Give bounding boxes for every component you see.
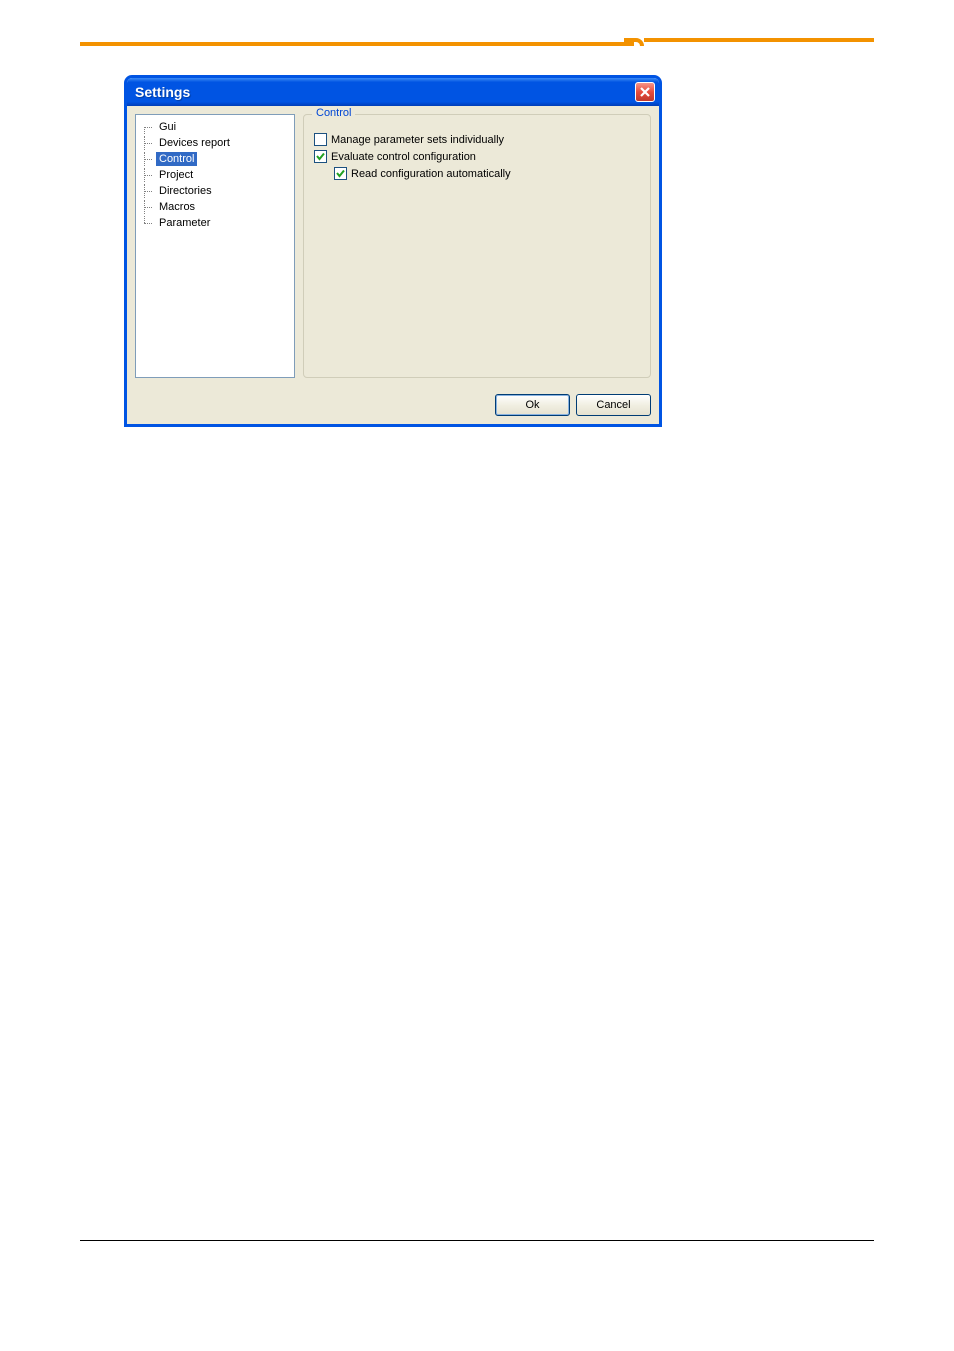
settings-tree[interactable]: Gui Devices report Control Project Directori… <box>135 114 295 378</box>
titlebar[interactable]: Settings <box>127 78 659 106</box>
control-groupbox: Control Manage parameter sets individual… <box>303 114 651 378</box>
tree-item-label: Devices report <box>156 136 233 150</box>
tree-connector-icon <box>138 136 156 150</box>
tree-item-label: Control <box>156 152 197 166</box>
tree-connector-icon <box>138 152 156 166</box>
checkbox-label[interactable]: Manage parameter sets individually <box>331 134 504 146</box>
ok-button[interactable]: Ok <box>495 394 570 416</box>
tree-connector-icon <box>138 120 156 134</box>
groupbox-title: Control <box>312 107 355 119</box>
dialog-body: Gui Devices report Control Project Directori… <box>127 106 659 386</box>
tree-item-label: Macros <box>156 200 198 214</box>
tree-connector-icon <box>138 216 156 230</box>
tree-connector-icon <box>138 200 156 214</box>
settings-dialog: Settings Gui Devices report Control Project… <box>124 75 662 427</box>
check-icon <box>335 168 346 179</box>
option-row: Evaluate control configuration <box>314 150 640 163</box>
tree-item-project[interactable]: Project <box>138 167 292 183</box>
tree-item-directories[interactable]: Directories <box>138 183 292 199</box>
checkbox-label[interactable]: Evaluate control configuration <box>331 151 476 163</box>
button-bar: Ok Cancel <box>127 386 659 424</box>
cancel-button[interactable]: Cancel <box>576 394 651 416</box>
checkbox[interactable] <box>314 133 327 146</box>
page-header-rule <box>80 38 874 46</box>
check-icon <box>315 151 326 162</box>
content-panel: Control Manage parameter sets individual… <box>303 114 651 378</box>
close-button[interactable] <box>635 82 655 102</box>
page-footer-rule <box>80 1240 874 1241</box>
tree-connector-icon <box>138 168 156 182</box>
option-row: Manage parameter sets individually <box>314 133 640 146</box>
checkbox[interactable] <box>314 150 327 163</box>
checkbox[interactable] <box>334 167 347 180</box>
close-icon <box>639 86 651 98</box>
tree-connector-icon <box>138 184 156 198</box>
tree-item-macros[interactable]: Macros <box>138 199 292 215</box>
tree-item-devices-report[interactable]: Devices report <box>138 135 292 151</box>
tree-item-parameter[interactable]: Parameter <box>138 215 292 231</box>
tree-item-control[interactable]: Control <box>138 151 292 167</box>
option-row: Read configuration automatically <box>334 167 640 180</box>
tree-item-gui[interactable]: Gui <box>138 119 292 135</box>
tree-item-label: Project <box>156 168 196 182</box>
tree-item-label: Directories <box>156 184 215 198</box>
checkbox-label[interactable]: Read configuration automatically <box>351 168 511 180</box>
dialog-title: Settings <box>135 84 190 100</box>
tree-item-label: Gui <box>156 120 179 134</box>
tree-item-label: Parameter <box>156 216 213 230</box>
